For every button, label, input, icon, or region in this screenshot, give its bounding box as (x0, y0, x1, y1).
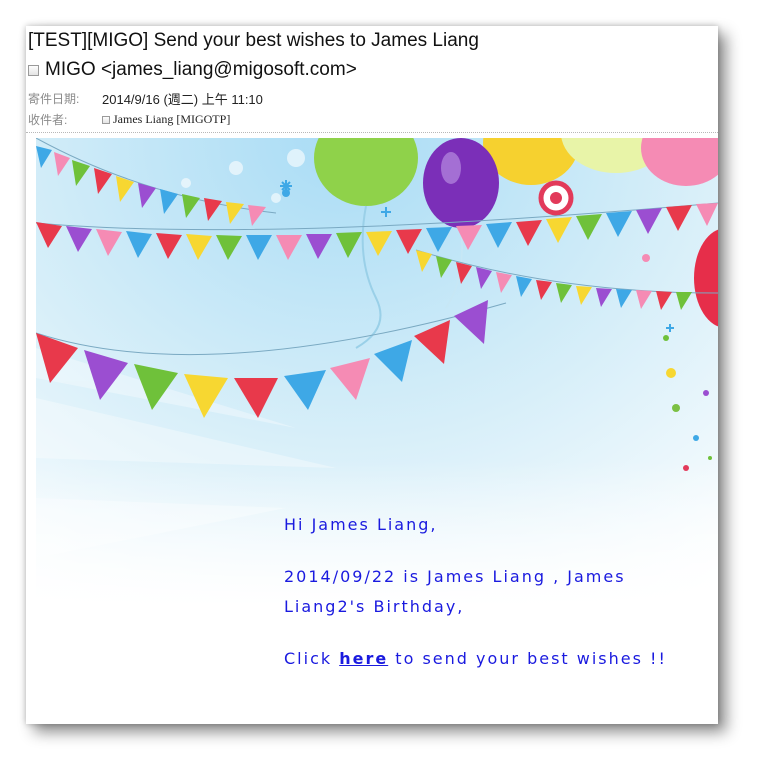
recipient-label: 收件者: (28, 113, 68, 127)
cta-suffix-text: to send your best wishes !! (395, 649, 667, 668)
cta-prefix-text: Click (284, 649, 333, 668)
email-subject: [TEST][MIGO] Send your best wishes to Ja… (28, 30, 479, 51)
recipient-checkbox[interactable] (102, 115, 110, 124)
balloon-purple (423, 138, 499, 228)
email-sender[interactable]: MIGO <james_liang@migosoft.com> (28, 59, 357, 81)
sender-address: MIGO <james_liang@migosoft.com> (45, 59, 357, 80)
sender-checkbox[interactable] (28, 64, 39, 76)
birthday-card: Hi James Liang, 2014/09/22 is James Lian… (36, 138, 718, 724)
date-label: 寄件日期: (28, 92, 80, 106)
recipient-value[interactable]: James Liang [MIGOTP] (113, 112, 230, 127)
birthday-message: Hi James Liang, 2014/09/22 is James Lian… (284, 510, 684, 696)
birthday-line-text: 2014/09/22 is James Liang , James Liang2… (284, 567, 626, 616)
recipient-row: 收件者: James Liang [MIGOTP] (28, 111, 230, 128)
date-value: 2014/9/16 (週二) 上午 11:10 (102, 92, 263, 107)
date-row: 寄件日期: 2014/9/16 (週二) 上午 11:10 (28, 89, 263, 108)
greeting-text: Hi James Liang, (284, 515, 438, 534)
header-divider (26, 132, 718, 133)
email-window: [TEST][MIGO] Send your best wishes to Ja… (26, 26, 718, 724)
send-wishes-link[interactable]: here (339, 649, 388, 668)
cta-paragraph: Click here to send your best wishes !! (284, 644, 684, 674)
